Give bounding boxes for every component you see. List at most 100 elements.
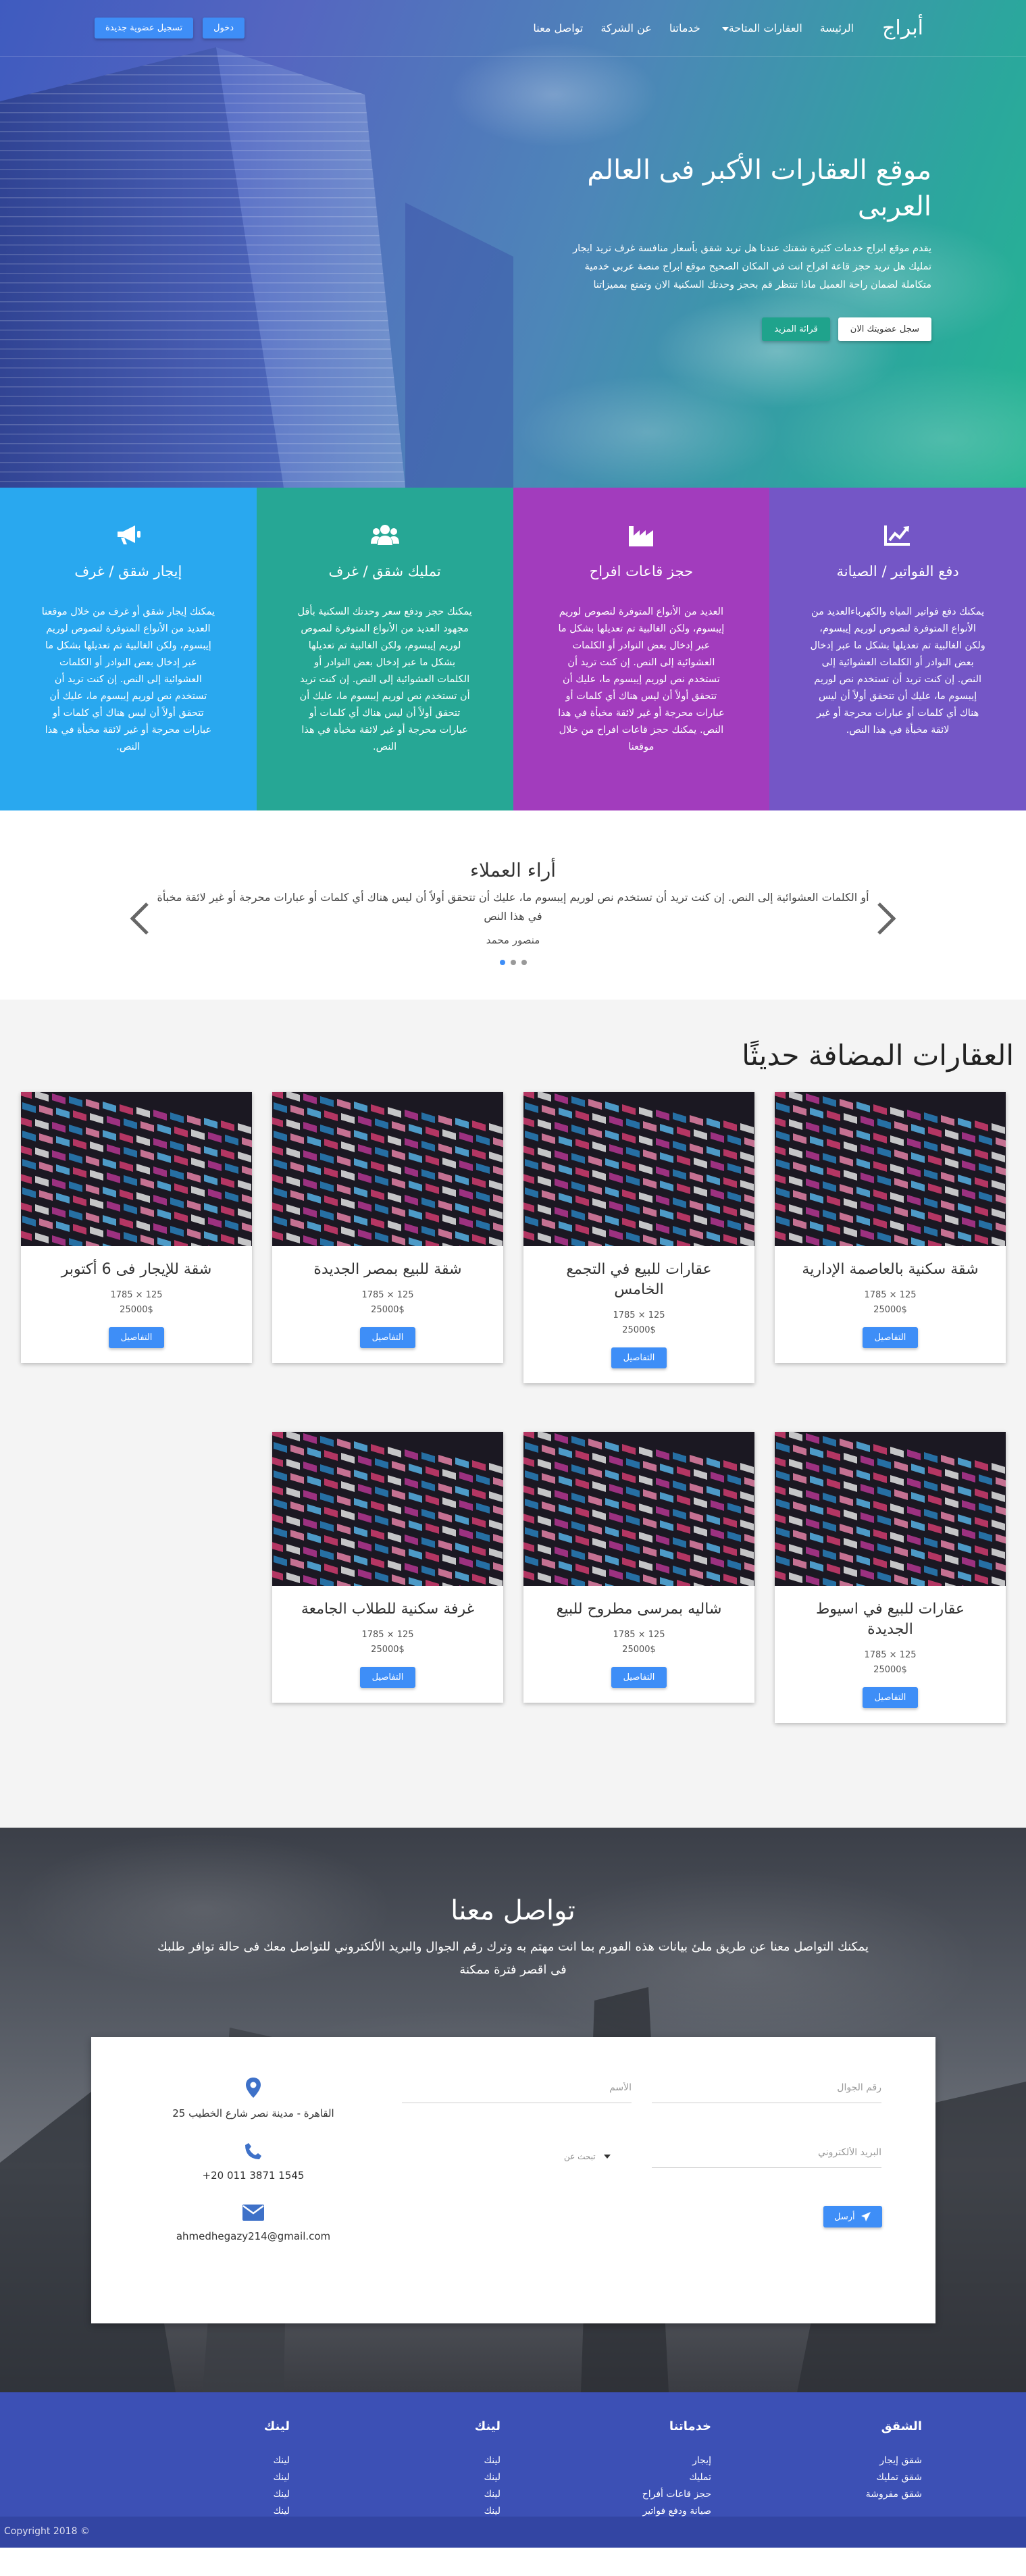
property-price: 25000$ xyxy=(120,1305,153,1315)
footer-link[interactable]: إيجار xyxy=(501,2452,711,2469)
property-price: 25000$ xyxy=(873,1305,907,1315)
footer-column: الشقق شقق إيجار شقق تمليك شقق مفروشة xyxy=(711,2419,922,2520)
email-item: ahmedhegazy214@gmail.com xyxy=(91,2205,415,2242)
property-title: شقة للبيع بمصر الجديدة xyxy=(313,1261,462,1278)
users-icon xyxy=(297,521,473,548)
carousel-indicators xyxy=(0,960,1026,965)
footer-link[interactable]: لينك xyxy=(79,2486,290,2503)
login-button[interactable]: دخول xyxy=(203,18,245,38)
property-details-button[interactable]: التفاصيل xyxy=(359,1327,416,1348)
property-card: شقة سكنية بالعاصمة الإدارية 125 × 1785 250… xyxy=(775,1092,1006,1363)
nav-right: أبراج الرئيسة العقارات المتاحة خدماتنا ع… xyxy=(533,16,923,40)
property-card: شقة للبيع بمصر الجديدة 125 × 1785 25000$ ال… xyxy=(272,1092,503,1363)
chevron-left-icon xyxy=(130,902,149,935)
contact-info: القاهرة - مدينة نصر شارع الخطيب 25 +20 0… xyxy=(91,2078,415,2265)
property-price: 25000$ xyxy=(371,1305,405,1315)
property-image xyxy=(21,1092,252,1246)
nav-links: الرئيسة العقارات المتاحة خدماتنا عن الشر… xyxy=(533,22,854,34)
footer-link[interactable]: شقق مفروشة xyxy=(711,2486,922,2503)
footer-link[interactable]: شقق تمليك xyxy=(711,2469,922,2486)
footer-link[interactable]: لينك xyxy=(290,2469,501,2486)
nav-about[interactable]: عن الشركة xyxy=(600,22,651,34)
nav-contact[interactable]: تواصل معنا xyxy=(533,22,583,34)
property-meta: 125 × 1785 25000$ xyxy=(775,1648,1006,1678)
footer-column-title: لينك xyxy=(263,2419,290,2433)
footer-link[interactable]: لينك xyxy=(79,2452,290,2469)
property-details-button[interactable]: التفاصيل xyxy=(359,1667,416,1688)
envelope-icon xyxy=(242,2205,264,2221)
contact-section: تواصل معنا يمكنك التواصل معنا عن طريق مل… xyxy=(0,1828,1026,2392)
nav-services[interactable]: خدماتنا xyxy=(669,22,700,34)
property-area: 125 × 1785 xyxy=(613,1310,665,1320)
property-details-button[interactable]: التفاصيل xyxy=(108,1327,165,1348)
property-price: 25000$ xyxy=(622,1325,656,1335)
carousel-prev-button[interactable] xyxy=(126,898,153,939)
footer-link[interactable]: حجز قاعات أفراح xyxy=(501,2486,711,2503)
service-title: حجز قاعات افراح xyxy=(589,563,694,579)
properties-section: العقارات المضافة حديثًا شقة سكنية بالعاص… xyxy=(0,1000,1026,1828)
brand-logo[interactable]: أبراج xyxy=(882,16,923,40)
footer-column-title: لينك xyxy=(474,2419,501,2433)
property-meta: 125 × 1785 25000$ xyxy=(21,1288,252,1318)
nav-home[interactable]: الرئيسة xyxy=(820,22,854,34)
hero-register-button[interactable]: سجل عضويتك الان xyxy=(838,317,931,341)
nav-properties-dropdown[interactable]: العقارات المتاحة xyxy=(718,22,802,34)
property-details-button[interactable]: التفاصيل xyxy=(611,1667,667,1688)
footer-column-title: خدماتنا xyxy=(669,2419,711,2433)
register-button[interactable]: تسجيل عضوية جديدة xyxy=(95,18,194,38)
navbar: أبراج الرئيسة العقارات المتاحة خدماتنا ع… xyxy=(0,0,1026,57)
phone-input[interactable] xyxy=(652,2082,881,2093)
send-button[interactable]: أرسل xyxy=(823,2206,882,2227)
property-price: 25000$ xyxy=(873,1665,907,1675)
property-details-button[interactable]: التفاصيل xyxy=(862,1327,919,1348)
property-meta: 125 × 1785 25000$ xyxy=(523,1628,754,1657)
footer-link[interactable]: شقق إيجار xyxy=(711,2452,922,2469)
property-card: شقة للإيجار فى 6 أكتوبر 125 × 1785 25000$ ا… xyxy=(21,1092,252,1363)
property-details-button[interactable]: التفاصيل xyxy=(862,1687,919,1708)
footer-link[interactable]: لينك xyxy=(79,2469,290,2486)
factory-icon xyxy=(554,521,729,548)
footer-link[interactable]: لينك xyxy=(290,2486,501,2503)
testimonials-title: أراء العملاء xyxy=(469,859,557,881)
phone-field[interactable] xyxy=(652,2080,881,2103)
footer-link[interactable]: تمليك xyxy=(501,2469,711,2486)
service-title: تمليك شقق / غرف xyxy=(328,563,441,579)
property-price: 25000$ xyxy=(371,1645,405,1655)
name-input[interactable] xyxy=(402,2082,632,2093)
services-section: دفع الفواتير / الصيانة يمكنك دفع فواتير … xyxy=(0,488,1026,810)
email-field[interactable] xyxy=(652,2145,881,2168)
property-area: 125 × 1785 xyxy=(361,1290,414,1300)
service-text: يمكنك حجز ودفع سعر وحدتك السكنية بأقل مج… xyxy=(297,607,472,752)
footer-column: لينك لينك لينك لينك لينك xyxy=(290,2419,501,2520)
property-image xyxy=(523,1432,754,1586)
service-halls: حجز قاعات افراح العديد من الأنواع المتوف… xyxy=(513,488,770,810)
footer-column: خدماتنا إيجار تمليك حجز قاعات أفراح صيانة ود… xyxy=(501,2419,711,2520)
phone-icon xyxy=(245,2143,261,2159)
map-marker-icon xyxy=(246,2078,261,2098)
search-type-select[interactable]: تبحث عن xyxy=(564,2152,611,2161)
service-rent: إيجار شقق / غرف يمكنك إيجار شقق أو غرف م… xyxy=(0,488,257,810)
carousel-dot-active[interactable] xyxy=(499,960,505,965)
property-details-button[interactable]: التفاصيل xyxy=(611,1347,667,1368)
chevron-right-icon xyxy=(877,902,896,935)
carousel-dot[interactable] xyxy=(510,960,516,965)
property-card: عقارات للبيع في التجمع الخامس 125 × 1785 2… xyxy=(523,1092,754,1383)
footer-column: لينك لينك لينك لينك لينك xyxy=(79,2419,290,2520)
copyright-text: Copyright 2018 © xyxy=(4,2526,90,2537)
carousel-next-button[interactable] xyxy=(873,898,900,939)
carousel-dot[interactable] xyxy=(521,960,527,965)
property-meta: 125 × 1785 25000$ xyxy=(775,1288,1006,1318)
hero-buttons: سجل عضويتك الان قرائة المزيد xyxy=(553,317,931,341)
footer-link[interactable]: لينك xyxy=(290,2452,501,2469)
hero-read-more-button[interactable]: قرائة المزيد xyxy=(762,317,830,341)
service-bills: دفع الفواتير / الصيانة يمكنك دفع فواتير … xyxy=(769,488,1026,810)
testimonial-author: منصور محمد xyxy=(486,934,540,946)
contact-lead: يمكنك التواصل معنا عن طريق ملئ بيانات هذ… xyxy=(157,1940,869,1977)
nav-properties-label: العقارات المتاحة xyxy=(728,22,802,34)
name-field[interactable] xyxy=(402,2080,632,2103)
hero-text: يقدم موقع ابراج خدمات كثيرة شقتك عندنا ه… xyxy=(573,243,931,290)
send-label: أرسل xyxy=(834,2211,855,2222)
property-meta: 125 × 1785 25000$ xyxy=(523,1308,754,1338)
service-title: إيجار شقق / غرف xyxy=(74,563,182,579)
email-input[interactable] xyxy=(652,2147,881,2158)
